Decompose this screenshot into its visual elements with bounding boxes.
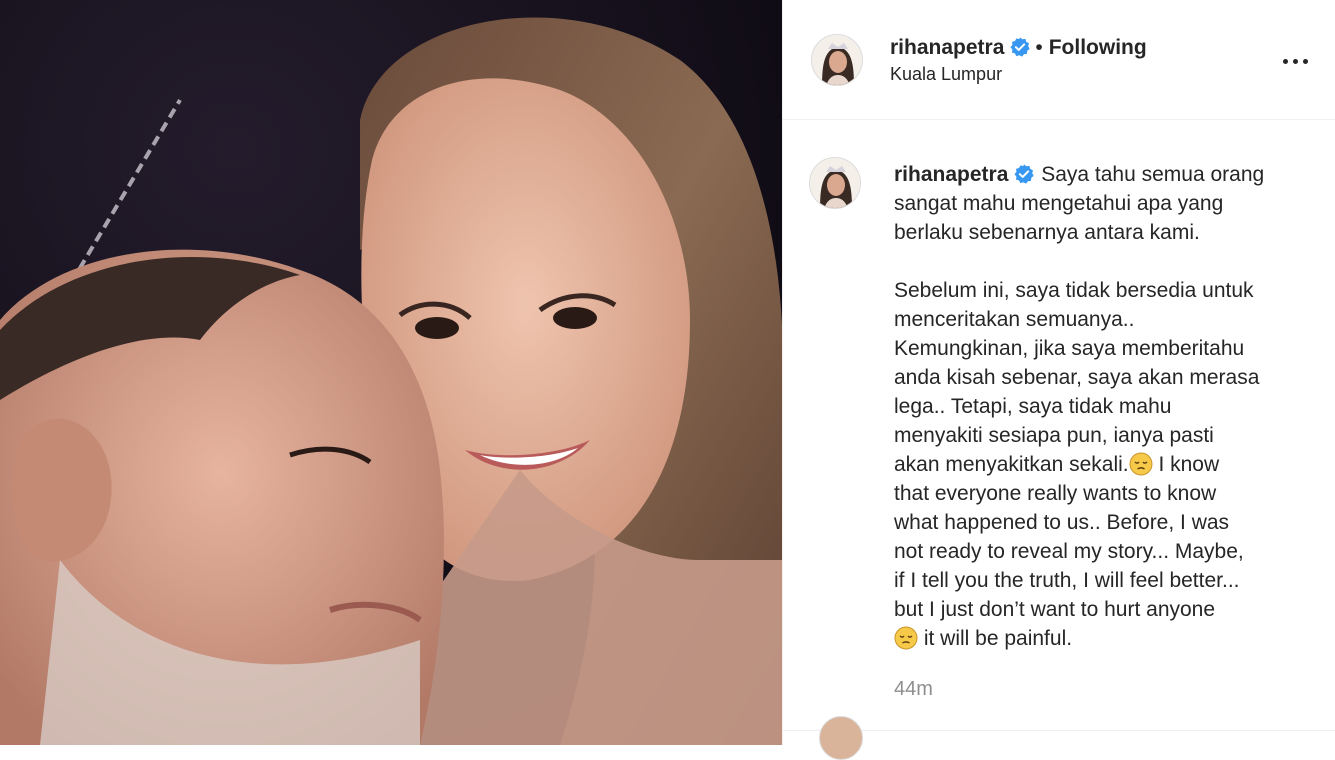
caption-text-part1: Saya tahu semua orang sangat mahu menget… (894, 163, 1265, 476)
more-options-icon[interactable] (1283, 58, 1311, 66)
header-title-row: rihanapetra • Following (890, 36, 1147, 64)
avatar-image (812, 35, 862, 85)
post-header: rihanapetra • Following Kuala Lumpur (783, 0, 1335, 120)
caption-author-avatar[interactable] (809, 157, 861, 209)
comments-divider (783, 730, 1335, 731)
separator-dot: • (1035, 36, 1043, 59)
post-side-panel: rihanapetra • Following Kuala Lumpur rihan… (782, 0, 1335, 760)
caption-text-part2: I know that everyone really wants to kno… (894, 453, 1244, 621)
disappointed-face-emoji (1129, 452, 1153, 476)
comment-avatar[interactable] (819, 716, 863, 760)
post-photo[interactable] (0, 0, 782, 745)
caption-text-part3: it will be painful. (918, 627, 1073, 650)
author-avatar[interactable] (811, 34, 863, 86)
post-caption: rihanapetra Saya tahu semua orang sangat… (894, 160, 1309, 653)
following-button[interactable]: Following (1049, 36, 1147, 59)
post-timestamp[interactable]: 44m (894, 678, 933, 701)
verified-badge-icon (1010, 37, 1030, 57)
caption-username[interactable]: rihanapetra (894, 163, 1008, 186)
author-username[interactable]: rihanapetra (890, 36, 1004, 59)
disappointed-face-emoji (894, 626, 918, 650)
avatar-image (810, 158, 860, 208)
selfie-photo-illustration (0, 0, 782, 745)
post-location[interactable]: Kuala Lumpur (890, 64, 1002, 85)
verified-badge-icon (1014, 164, 1034, 184)
